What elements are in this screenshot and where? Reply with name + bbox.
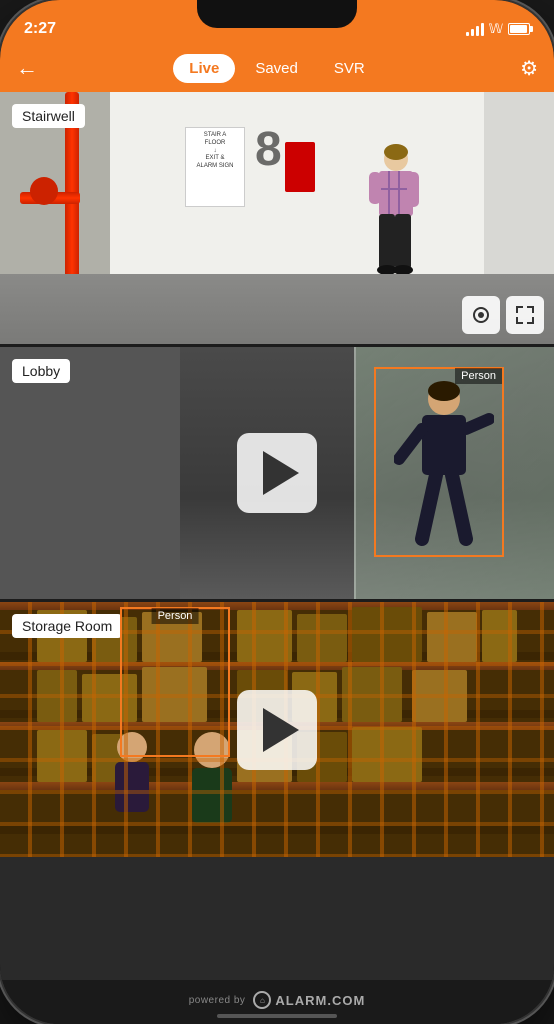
wall-sign: STAIR AFLOOR↓EXIT &ALARM SIGN: [185, 127, 245, 207]
bottom-bar: powered by ALARM.COM: [0, 980, 554, 1024]
wall-number: 8: [255, 122, 282, 177]
camera-label-lobby: Lobby: [12, 359, 70, 383]
person-detection-label-lobby: Person: [455, 368, 502, 384]
phone-frame: 2:27 𝕎 ← Live: [0, 0, 554, 1024]
fullscreen-button[interactable]: [506, 296, 544, 334]
nav-bar: ← Live Saved SVR ⚙: [0, 44, 554, 92]
camera-label-storage: Storage Room: [12, 614, 122, 638]
play-button-lobby[interactable]: [237, 433, 317, 513]
person-stairwell: [364, 144, 424, 274]
person-detection-label-storage: Person: [152, 608, 199, 624]
camera-feed-lobby[interactable]: Person Lobby: [0, 347, 554, 602]
status-icons: 𝕎: [466, 15, 530, 37]
person-detection-box-lobby: Person: [374, 367, 504, 557]
camera-feed-storage[interactable]: Person Storage Room: [0, 602, 554, 857]
settings-button[interactable]: ⚙: [502, 56, 538, 81]
alarm-brand-text: ALARM.COM: [275, 993, 365, 1008]
fullscreen-icon: [515, 305, 535, 325]
wifi-icon: 𝕎: [489, 21, 503, 37]
status-time: 2:27: [24, 14, 56, 38]
camera-label-stairwell: Stairwell: [12, 104, 85, 128]
tab-svr[interactable]: SVR: [318, 54, 381, 83]
camera-feeds: STAIR AFLOOR↓EXIT &ALARM SIGN 8: [0, 92, 554, 980]
camera-feed-stairwell[interactable]: STAIR AFLOOR↓EXIT &ALARM SIGN 8: [0, 92, 554, 347]
signal-strength-icon: [466, 22, 484, 36]
back-button[interactable]: ←: [16, 55, 52, 81]
notch: [197, 0, 357, 28]
play-button-storage[interactable]: [237, 690, 317, 770]
snapshot-icon: [471, 305, 491, 325]
nav-tabs: Live Saved SVR: [173, 54, 380, 83]
lobby-left-wall: [0, 347, 180, 599]
tab-saved[interactable]: Saved: [239, 54, 314, 83]
red-emergency-box: [285, 142, 315, 192]
tab-live[interactable]: Live: [173, 54, 235, 83]
camera-overlay-buttons: [462, 296, 544, 334]
phone-screen: 2:27 𝕎 ← Live: [0, 0, 554, 1024]
snapshot-button[interactable]: [462, 296, 500, 334]
battery-icon: [508, 23, 530, 35]
alarm-logo: ALARM.COM: [253, 991, 365, 1009]
home-indicator[interactable]: [217, 1014, 337, 1018]
pipe-valve: [30, 177, 58, 205]
powered-by-text: powered by: [189, 995, 246, 1006]
person-detection-box-storage: Person: [120, 607, 230, 757]
alarm-logo-icon: [253, 991, 271, 1009]
